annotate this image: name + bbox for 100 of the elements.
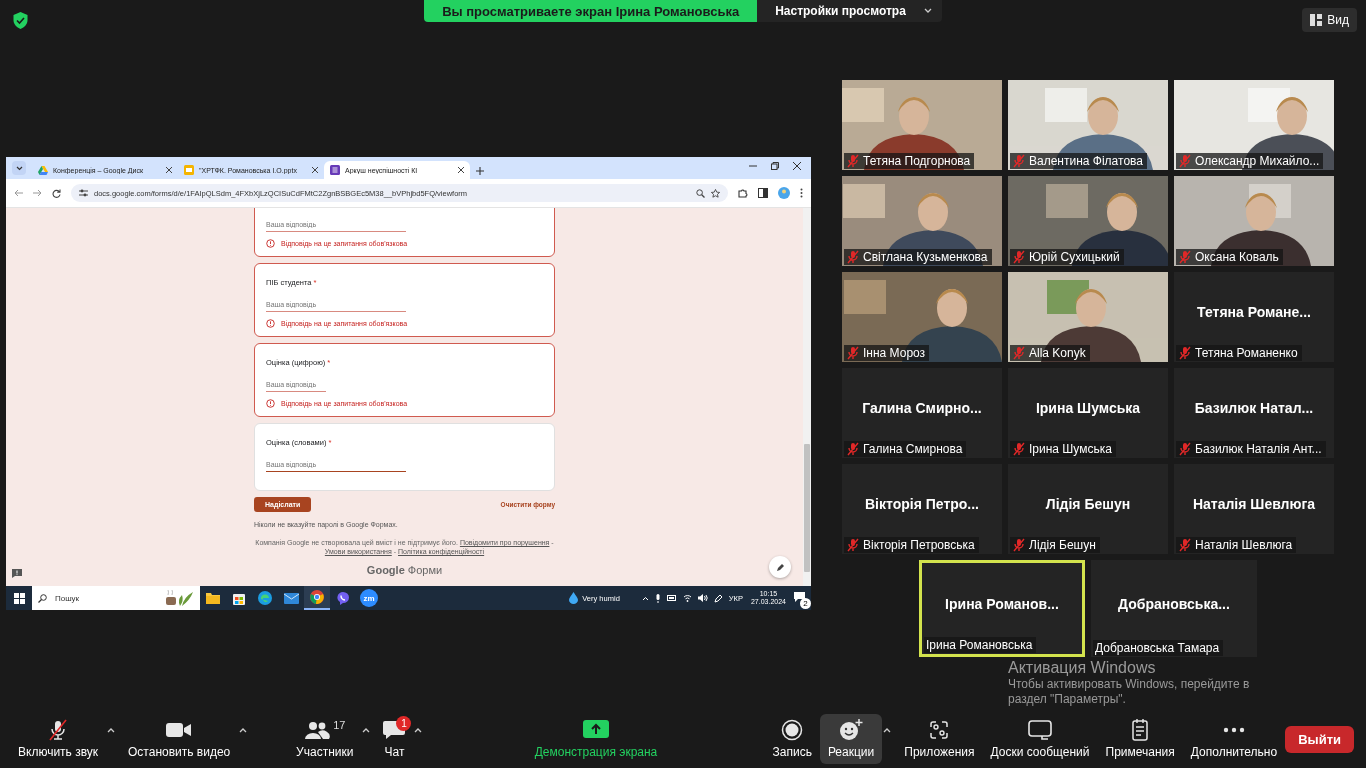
participant-name: Олександр Михайло...: [1195, 154, 1320, 168]
toolbar-button[interactable]: 1 Чат: [375, 714, 414, 764]
muted-mic-icon: [1012, 154, 1026, 168]
menu-icon[interactable]: [800, 188, 803, 198]
speaker-icon[interactable]: [697, 594, 708, 602]
toolbar-button[interactable]: Приложения: [896, 714, 983, 764]
participant-display-name: Базилюк Натал...: [1194, 400, 1314, 416]
toolbar-button[interactable]: Включить звук: [10, 714, 107, 764]
view-button[interactable]: Вид: [1302, 8, 1357, 32]
participant-tile[interactable]: Оксана Коваль: [1174, 176, 1334, 266]
muted-mic-icon: [1012, 538, 1026, 552]
participant-tile[interactable]: Тетяна Романе... Тетяна Романенко: [1174, 272, 1334, 362]
toolbar-button[interactable]: Реакции: [819, 714, 883, 764]
forward-icon[interactable]: [33, 189, 42, 197]
participant-display-name: Галина Смирно...: [862, 400, 982, 416]
share-screen-icon: [582, 720, 609, 740]
participant-name: Оксана Коваль: [1195, 250, 1279, 264]
wifi-icon[interactable]: [682, 594, 692, 602]
participant-name: Наталія Шевлюга: [1195, 538, 1293, 552]
star-icon[interactable]: [711, 188, 720, 198]
close-icon[interactable]: [312, 167, 318, 173]
participant-name: Вікторія Петровська: [863, 538, 975, 552]
activation-title: Активация Windows: [1008, 659, 1157, 677]
participant-name: Тетяна Романенко: [1195, 346, 1298, 360]
participant-tile[interactable]: Юрій Сухицький: [1008, 176, 1168, 266]
edit-button[interactable]: [769, 556, 791, 578]
back-icon[interactable]: [14, 189, 23, 197]
close-icon[interactable]: [458, 167, 464, 173]
muted-mic-icon: [846, 442, 860, 456]
grid-icon: [1310, 14, 1323, 26]
participant-tile[interactable]: Базилюк Натал... Базилюк Наталія Ант...: [1174, 368, 1334, 458]
toolbar-button[interactable]: 17 Участники: [288, 714, 362, 764]
avatar-icon[interactable]: [778, 187, 790, 199]
notification-icon[interactable]: [794, 592, 805, 602]
taskbar-search[interactable]: Пошук: [32, 586, 200, 610]
scrollbar[interactable]: [803, 208, 811, 586]
error-icon: [266, 399, 275, 408]
toolbar-button[interactable]: Дополнительно: [1182, 714, 1286, 764]
microphone-icon[interactable]: [654, 593, 661, 603]
pen-icon[interactable]: [713, 593, 723, 603]
caret-icon[interactable]: [641, 595, 649, 601]
battery-icon[interactable]: [666, 595, 677, 601]
participant-tile[interactable]: Галина Смирно... Галина Смирнова: [842, 368, 1002, 458]
participant-tile[interactable]: Світлана Кузьменкова: [842, 176, 1002, 266]
muted-mic-icon: [1178, 538, 1192, 552]
store-icon: [232, 591, 246, 605]
activation-text: раздел "Параметры".: [1008, 691, 1127, 707]
shield-icon[interactable]: [12, 12, 29, 29]
more-icon: [1222, 727, 1245, 733]
puzzle-icon[interactable]: [738, 188, 748, 198]
participant-display-name: Ірина Романов...: [945, 595, 1059, 612]
participant-tile[interactable]: Інна Мороз: [842, 272, 1002, 362]
muted-mic-icon: [846, 346, 860, 360]
site-settings-icon: [79, 189, 88, 197]
leave-button[interactable]: Выйти: [1285, 725, 1354, 753]
participant-tile[interactable]: Добрановська... Добрановська Тамара: [1091, 560, 1257, 657]
forms-icon: [330, 165, 340, 175]
participant-name: Галина Смирнова: [863, 442, 963, 456]
muted-mic-icon: [846, 154, 860, 168]
tab-list-button[interactable]: [12, 161, 26, 175]
participant-tile[interactable]: Вікторія Петро... Вікторія Петровська: [842, 464, 1002, 554]
participant-name: Юрій Сухицький: [1029, 250, 1120, 264]
participants-icon: [304, 721, 331, 739]
feedback-icon[interactable]: [12, 569, 22, 578]
muted-mic-icon: [1012, 442, 1026, 456]
error-icon: [266, 319, 275, 328]
close-icon[interactable]: [793, 161, 801, 170]
muted-mic-icon: [47, 719, 69, 741]
zoom-icon[interactable]: [696, 188, 705, 198]
participant-tile[interactable]: Ірина Романов... Ірина Романовська: [919, 560, 1085, 657]
restore-icon[interactable]: [771, 161, 779, 170]
toolbar-button[interactable]: Запись: [764, 714, 820, 764]
taskbar-app[interactable]: [304, 586, 330, 610]
toolbar-button[interactable]: Доски сообщений: [982, 714, 1098, 764]
participant-tile[interactable]: Валентина Філатова: [1008, 80, 1168, 170]
participant-tile[interactable]: Лідія Бешун Лідія Бешун: [1008, 464, 1168, 554]
participant-tile[interactable]: Ірина Шумська Ірина Шумська: [1008, 368, 1168, 458]
close-icon[interactable]: [166, 167, 172, 173]
participant-display-name: Тетяна Романе...: [1197, 304, 1311, 320]
reload-icon[interactable]: [52, 188, 61, 198]
participant-tile[interactable]: Alla Konyk: [1008, 272, 1168, 362]
participant-display-name: Лідія Бешун: [1045, 496, 1131, 512]
participant-name: Базилюк Наталія Ант...: [1195, 442, 1322, 456]
windows-start-icon[interactable]: [13, 592, 25, 604]
slides-icon: [184, 165, 194, 175]
side-panel-icon[interactable]: [758, 188, 768, 198]
participant-tile[interactable]: Наталія Шевлюга Наталія Шевлюга: [1174, 464, 1334, 554]
participant-display-name: Наталія Шевлюга: [1192, 496, 1316, 512]
caret-icon: [923, 8, 932, 14]
participant-tile[interactable]: Тетяна Подгорнова: [842, 80, 1002, 170]
participant-display-name: Ірина Шумська: [1035, 400, 1141, 416]
participant-tile[interactable]: Олександр Михайло...: [1174, 80, 1334, 170]
participant-name: Alla Konyk: [1029, 346, 1086, 360]
toolbar-button[interactable]: Примечания: [1097, 714, 1183, 764]
google-forms-logo: Google Форми: [365, 564, 444, 577]
activation-text: Чтобы активировать Windows, перейдите в: [1008, 676, 1250, 692]
new-tab-icon[interactable]: [476, 167, 484, 175]
view-options-button[interactable]: Настройки просмотра: [757, 0, 942, 22]
toolbar-button[interactable]: Демонстрация экрана: [427, 714, 765, 764]
toolbar-button[interactable]: Остановить видео: [120, 714, 239, 764]
